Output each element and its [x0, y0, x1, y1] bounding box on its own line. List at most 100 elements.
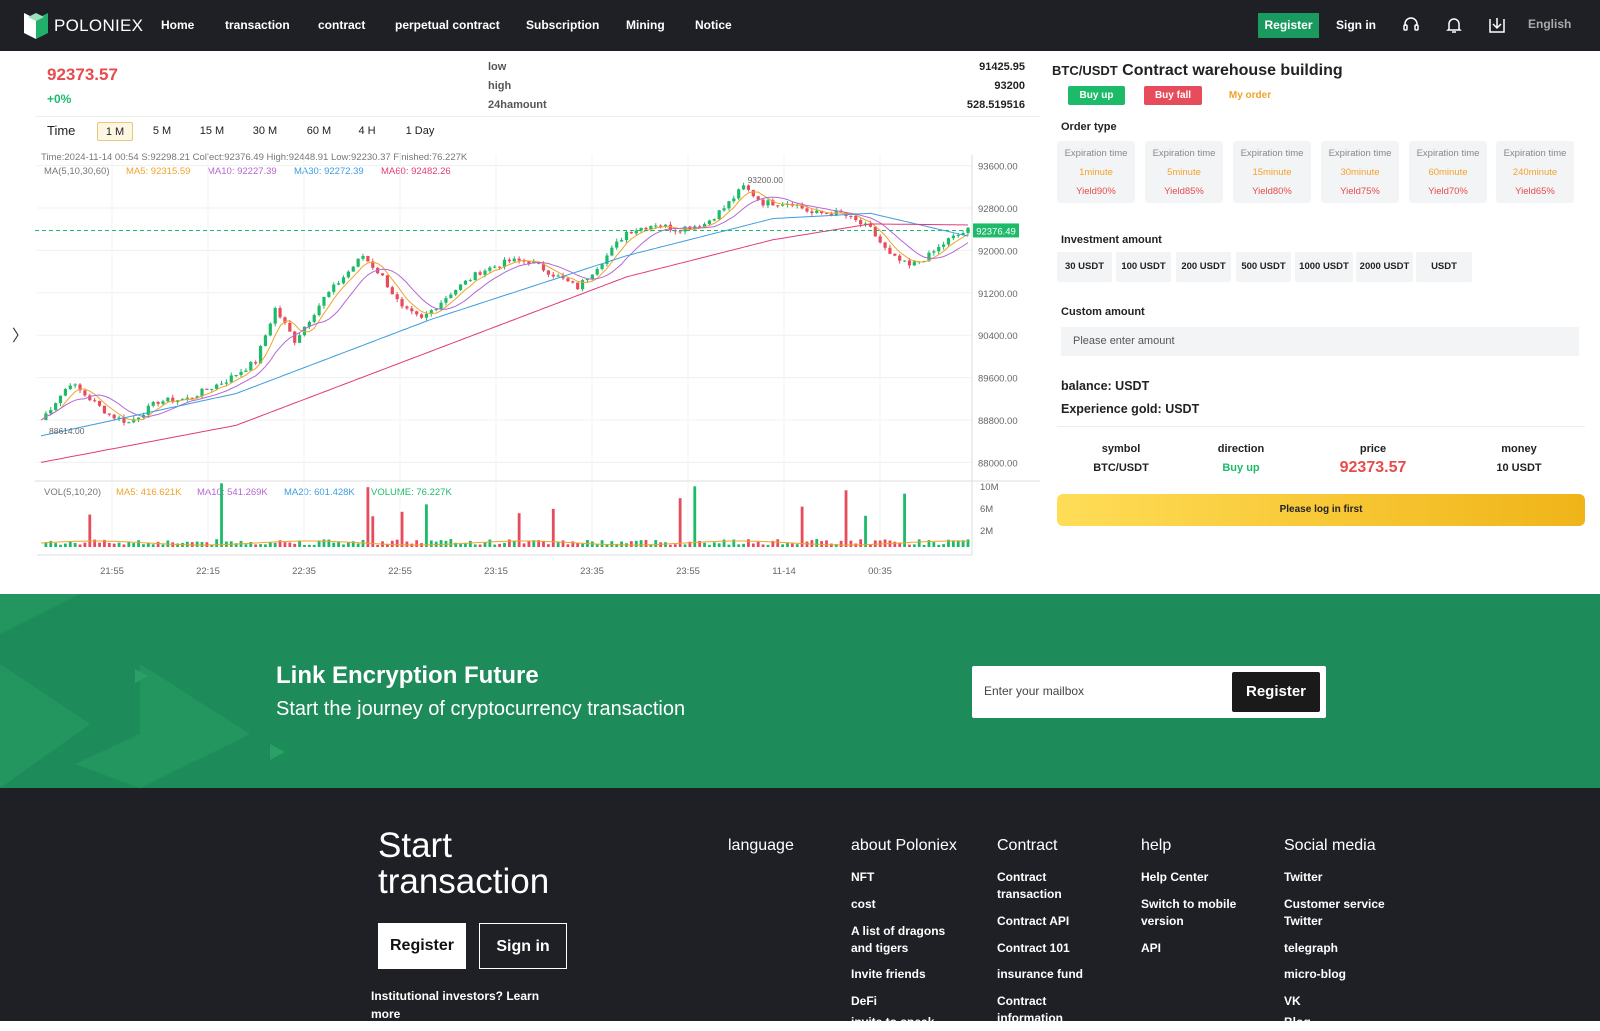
footer-link[interactable]: Contract 101	[997, 940, 1070, 957]
candle-body	[698, 226, 702, 228]
candle-body	[146, 405, 150, 415]
volume-bar	[507, 539, 511, 547]
volume-bar	[561, 540, 565, 547]
candle-body	[327, 291, 331, 297]
candle-body	[332, 284, 336, 292]
footer-link[interactable]: invite to speak	[851, 1014, 934, 1031]
volume-bar	[751, 543, 755, 547]
footer-col-language[interactable]: language	[728, 837, 794, 855]
footer-signin-button[interactable]: Sign in	[479, 923, 567, 969]
amount-option[interactable]: 500 USDT	[1236, 252, 1291, 282]
footer-link[interactable]: insurance fund	[997, 966, 1083, 983]
download-icon[interactable]	[1487, 15, 1507, 35]
headset-icon[interactable]	[1401, 15, 1421, 35]
volume-bar	[405, 541, 409, 547]
tf-4h[interactable]: 4 H	[353, 122, 381, 141]
candle-body	[390, 287, 394, 295]
volume-bar	[449, 539, 453, 547]
volume-bar	[78, 544, 82, 547]
nav-register-button[interactable]: Register	[1258, 13, 1319, 38]
expiration-card[interactable]: Expiration time 60minute Yield70%	[1409, 141, 1487, 203]
amount-option[interactable]: 30 USDT	[1057, 252, 1112, 282]
volume-bar	[425, 504, 428, 547]
volume-bar	[478, 544, 482, 547]
footer-link[interactable]: telegraph	[1284, 940, 1338, 957]
footer-link[interactable]: cost	[851, 896, 876, 913]
amount-option[interactable]: 1000 USDT	[1295, 252, 1353, 282]
custom-amount-label: Custom amount	[1061, 306, 1145, 318]
volume-bar	[673, 544, 677, 547]
expiration-card[interactable]: Expiration time 5minute Yield85%	[1145, 141, 1223, 203]
candle-body	[405, 306, 409, 309]
footer-link[interactable]: Contract transaction	[997, 869, 1107, 903]
logo[interactable]: POLONIEX	[24, 13, 143, 39]
footer-link[interactable]: Blog	[1284, 1014, 1311, 1031]
footer-link[interactable]: Twitter	[1284, 869, 1322, 886]
expiration-card[interactable]: Expiration time 1minute Yield90%	[1057, 141, 1135, 203]
nav-home[interactable]: Home	[161, 18, 194, 32]
my-order-link[interactable]: My order	[1224, 86, 1276, 105]
nav-perpetual-contract[interactable]: perpetual contract	[395, 18, 500, 32]
footer-link[interactable]: Invite friends	[851, 966, 926, 983]
candle-body	[127, 422, 131, 424]
institutional-link[interactable]: Institutional investors? Learn more	[371, 987, 561, 1023]
tf-1day[interactable]: 1 Day	[400, 122, 440, 141]
expiration-card[interactable]: Expiration time 240minute Yield65%	[1496, 141, 1574, 203]
volume-bar	[156, 541, 160, 547]
footer-link[interactable]: A list of dragons and tigers	[851, 923, 966, 957]
volume-bar	[132, 543, 136, 547]
footer-link[interactable]: DeFi	[851, 993, 877, 1010]
language-selector[interactable]: English	[1528, 17, 1571, 31]
footer-link[interactable]: micro-blog	[1284, 966, 1346, 983]
bell-icon[interactable]	[1444, 15, 1464, 35]
amount-option[interactable]: 100 USDT	[1116, 252, 1171, 282]
tf-5m[interactable]: 5 M	[146, 122, 178, 141]
volume-bar	[703, 542, 706, 547]
tf-60m[interactable]: 60 M	[303, 122, 335, 141]
footer-link[interactable]: Contract API	[997, 913, 1069, 930]
amount-option[interactable]: 2000 USDT	[1356, 252, 1413, 282]
volume-bar	[342, 544, 345, 547]
buy-fall-button[interactable]: Buy fall	[1144, 86, 1202, 105]
footer-link[interactable]: NFT	[851, 869, 874, 886]
volume-bar	[547, 544, 550, 547]
expiration-card[interactable]: Expiration time 30minute Yield75%	[1321, 141, 1399, 203]
nav-mining[interactable]: Mining	[626, 18, 665, 32]
mailbox-input[interactable]: Enter your mailbox	[984, 684, 1084, 698]
footer-link[interactable]: Help Center	[1141, 869, 1208, 886]
top-navbar: POLONIEX Home transaction contract perpe…	[0, 0, 1600, 51]
footer-link[interactable]: Switch to mobile version	[1141, 896, 1266, 930]
tf-1m[interactable]: 1 M	[97, 122, 133, 141]
nav-notice[interactable]: Notice	[695, 18, 732, 32]
footer-link[interactable]: API	[1141, 940, 1161, 957]
nav-signin-link[interactable]: Sign in	[1336, 18, 1376, 32]
expiration-card[interactable]: Expiration time 15minute Yield80%	[1233, 141, 1311, 203]
volume-bar	[161, 544, 165, 547]
footer-register-button[interactable]: Register	[378, 923, 466, 969]
candle-body	[161, 401, 165, 404]
buy-up-button[interactable]: Buy up	[1068, 86, 1125, 105]
amount-option[interactable]: USDT	[1416, 252, 1472, 282]
footer-link[interactable]: Customer service Twitter	[1284, 896, 1409, 930]
tf-30m[interactable]: 30 M	[249, 122, 281, 141]
volume-bar	[722, 539, 726, 547]
nav-contract[interactable]: contract	[318, 18, 365, 32]
volume-bar	[468, 540, 472, 547]
banner-register-button[interactable]: Register	[1232, 672, 1320, 712]
volume-bar	[781, 544, 784, 547]
volume-bar	[639, 540, 643, 547]
candle-body	[454, 289, 458, 295]
login-first-button[interactable]: Please log in first	[1057, 494, 1585, 526]
custom-amount-input[interactable]: Please enter amount	[1061, 327, 1579, 356]
volume-bar	[68, 541, 72, 547]
nav-transaction[interactable]: transaction	[225, 18, 290, 32]
amount-option[interactable]: 200 USDT	[1176, 252, 1231, 282]
candle-body	[619, 240, 624, 242]
expand-chevron-icon[interactable]: 〉	[12, 322, 28, 346]
candlestick-chart[interactable]: 93600.00 92800.00 92000.00 91200.00 90400.00…	[35, 145, 1040, 585]
footer-link[interactable]: Contract information	[997, 993, 1107, 1027]
footer-link[interactable]: VK	[1284, 993, 1301, 1010]
candle-body	[473, 272, 477, 281]
nav-subscription[interactable]: Subscription	[526, 18, 599, 32]
tf-15m[interactable]: 15 M	[196, 122, 228, 141]
